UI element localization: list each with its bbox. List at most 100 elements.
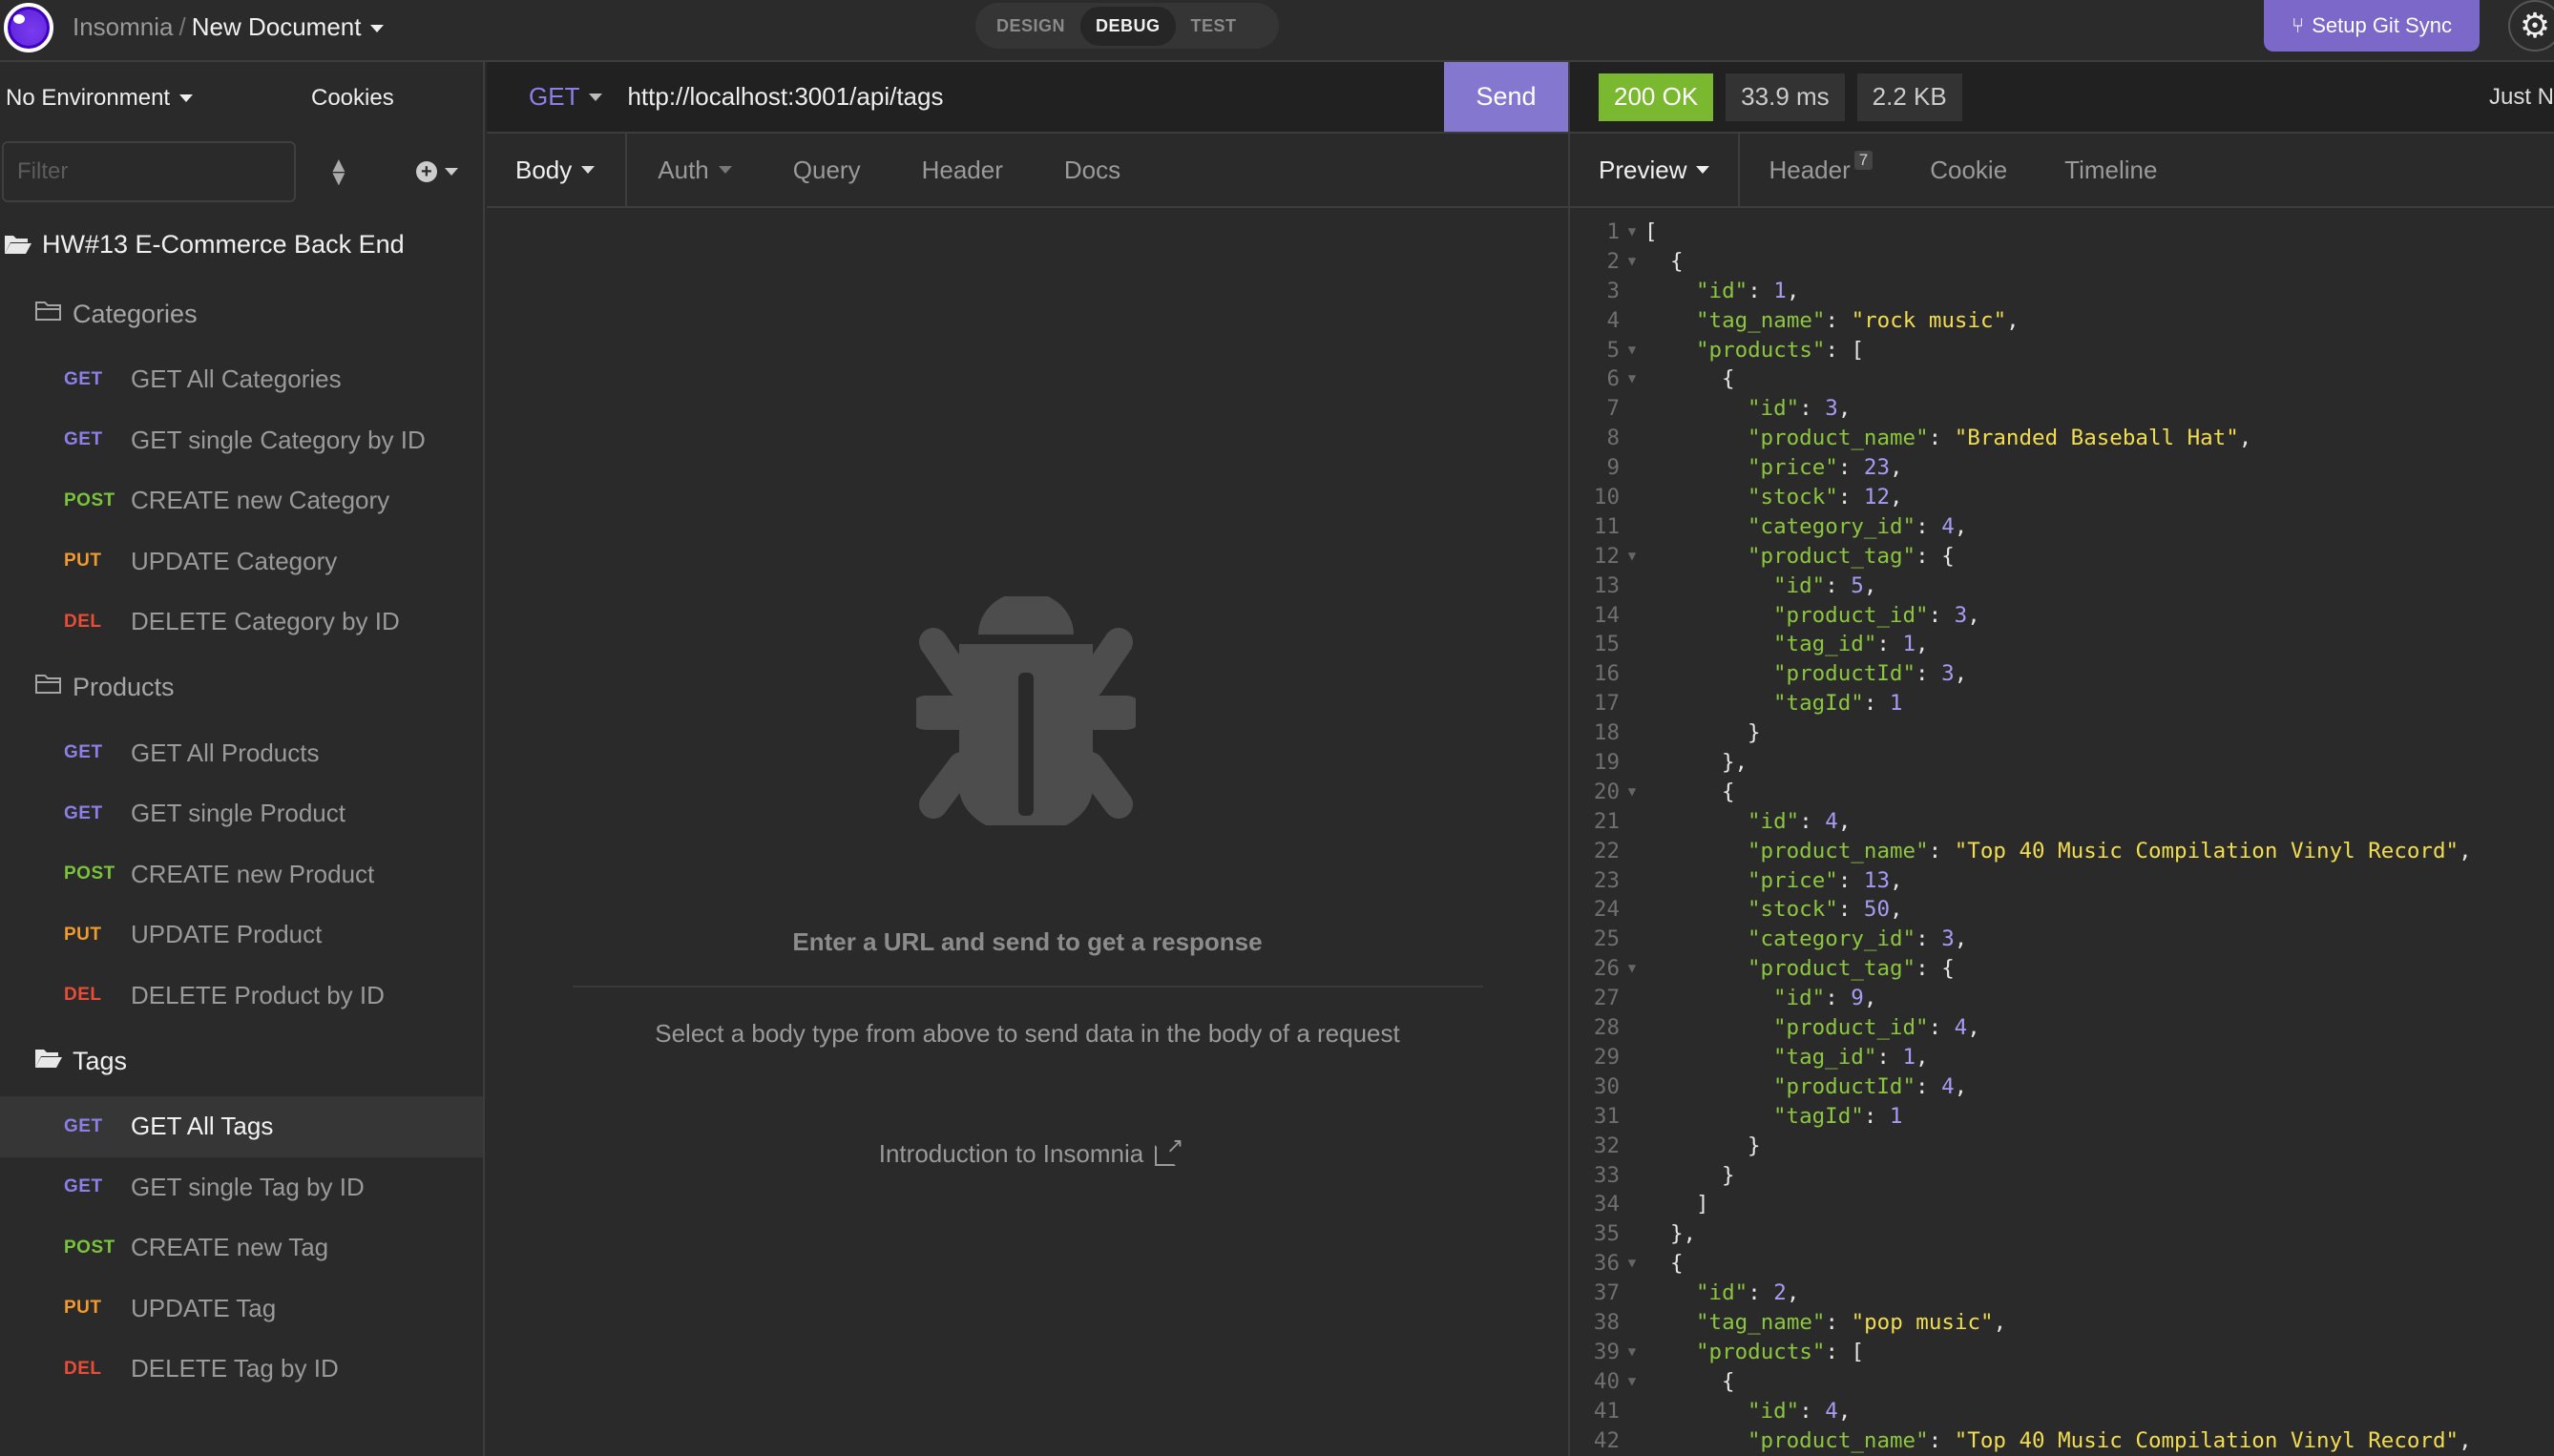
line-number: 4: [1606, 307, 1620, 333]
sidebar-request-item[interactable]: POST CREATE new Category: [0, 470, 483, 531]
fold-caret-icon[interactable]: ▼: [1620, 954, 1644, 984]
method-badge: GET: [64, 802, 103, 823]
json-punct: :: [1799, 808, 1826, 834]
tab-preview[interactable]: Preview: [1570, 134, 1741, 206]
intro-link[interactable]: Introduction to Insomnia: [487, 1134, 1568, 1169]
response-json-viewer[interactable]: 1 ▼[2 ▼{3 "id": 1, 4 "tag_name": "rock music"…: [1580, 218, 2553, 1456]
cookies-button[interactable]: Cookies: [311, 85, 394, 112]
sidebar-request-item[interactable]: GET GET All Tags: [0, 1096, 483, 1157]
json-key: "id": [1773, 572, 1826, 598]
settings-button[interactable]: ⚙: [2508, 0, 2554, 52]
send-button[interactable]: Send: [1444, 62, 1568, 132]
method-dropdown[interactable]: GET: [529, 82, 603, 112]
sidebar-request-item[interactable]: GET GET single Category by ID: [0, 410, 483, 471]
sidebar-request-item[interactable]: GET GET All Categories: [0, 349, 483, 410]
code-text: {: [1644, 1367, 1735, 1397]
sidebar: No Environment Cookies ▲▼ + HW#13 E-Comm…: [0, 62, 485, 1456]
code-text: "id": 4,: [1644, 1397, 1851, 1426]
environment-dropdown[interactable]: No Environment: [6, 85, 311, 112]
sidebar-request-item[interactable]: DEL DELETE Tag by ID: [0, 1339, 483, 1400]
empty-state-subtitle: Select a body type from above to send da…: [655, 1019, 1400, 1048]
response-history-dropdown[interactable]: Just N: [2489, 84, 2554, 111]
tab-cookie[interactable]: Cookie: [1901, 134, 2036, 206]
request-name: DELETE Tag by ID: [131, 1354, 339, 1383]
json-punct: ,: [1954, 1073, 1968, 1099]
code-line: 26 ▼ "product_tag": {: [1580, 954, 2553, 984]
mode-debug[interactable]: DEBUG: [1080, 6, 1176, 46]
add-item-dropdown[interactable]: +: [415, 161, 458, 182]
line-number: 8: [1606, 426, 1620, 451]
sidebar-folder-tags[interactable]: Tags: [0, 1026, 483, 1096]
git-branch-icon: ⑂: [2292, 13, 2305, 37]
tab-query[interactable]: Query: [763, 134, 891, 206]
line-number: 17: [1593, 691, 1620, 717]
folder-icon: [34, 300, 63, 329]
filter-input[interactable]: [2, 141, 296, 202]
sidebar-request-item[interactable]: PUT UPDATE Tag: [0, 1279, 483, 1340]
json-string: "Top 40 Music Compilation Vinyl Record": [1954, 838, 2460, 863]
insomnia-logo-icon[interactable]: [4, 3, 53, 52]
sidebar-folder-products[interactable]: Products: [0, 653, 483, 723]
plus-circle-icon: +: [415, 161, 437, 182]
setup-git-sync-button[interactable]: ⑂ Setup Git Sync: [2264, 0, 2480, 52]
fold-caret-icon[interactable]: ▼: [1620, 247, 1644, 277]
sidebar-request-item[interactable]: DEL DELETE Category by ID: [0, 592, 483, 653]
fold-caret-icon[interactable]: ▼: [1620, 364, 1644, 394]
breadcrumb-app[interactable]: Insomnia: [73, 12, 174, 41]
tab-label: Header: [1769, 155, 1851, 184]
fold-caret-icon[interactable]: ▼: [1620, 336, 1644, 365]
json-punct: ,: [1967, 1015, 1980, 1041]
code-line: 2 ▼ {: [1580, 247, 2553, 277]
mode-design[interactable]: DESIGN: [981, 7, 1080, 46]
tab-response-header[interactable]: Header 7: [1740, 134, 1901, 206]
fold-caret-icon[interactable]: ▼: [1620, 1338, 1644, 1367]
sidebar-request-item[interactable]: PUT UPDATE Category: [0, 531, 483, 593]
workspace-folder[interactable]: HW#13 E-Commerce Back End: [0, 210, 483, 279]
fold-caret-icon[interactable]: ▼: [1620, 778, 1644, 807]
sidebar-request-item[interactable]: DEL DELETE Product by ID: [0, 966, 483, 1027]
code-line: 8 "product_name": "Branded Baseball Hat",: [1580, 424, 2553, 453]
sidebar-request-item[interactable]: PUT UPDATE Product: [0, 905, 483, 966]
json-punct: :: [1837, 485, 1864, 510]
line-number: 40: [1593, 1368, 1620, 1394]
json-punct: :: [1837, 867, 1864, 893]
sidebar-request-item[interactable]: GET GET single Tag by ID: [0, 1157, 483, 1218]
tab-body[interactable]: Body: [487, 134, 628, 206]
sidebar-request-item[interactable]: POST CREATE new Product: [0, 844, 483, 905]
fold-caret-icon[interactable]: ▼: [1620, 1367, 1644, 1397]
sidebar-request-item[interactable]: POST CREATE new Tag: [0, 1217, 483, 1279]
tab-auth[interactable]: Auth: [627, 134, 763, 206]
sort-icon[interactable]: ▲ ▼: [328, 155, 349, 189]
json-key: "tagId": [1773, 1103, 1864, 1129]
code-text: "products": [: [1644, 336, 1864, 365]
mode-test[interactable]: TEST: [1176, 7, 1252, 46]
sidebar-request-item[interactable]: GET GET All Products: [0, 723, 483, 784]
json-punct: :: [1863, 691, 1890, 717]
fold-caret-icon[interactable]: ▼: [1620, 1249, 1644, 1279]
sidebar-folder-categories[interactable]: Categories: [0, 279, 483, 349]
code-line: 17 "tagId": 1: [1580, 689, 2553, 718]
fold-caret-icon[interactable]: ▼: [1620, 218, 1644, 247]
json-punct: ,: [1890, 485, 1903, 510]
pane-resize-handle[interactable]: [1568, 62, 1570, 1456]
json-number: 4: [1941, 513, 1955, 539]
code-line: 20 ▼ {: [1580, 778, 2553, 807]
code-line: 38 "tag_name": "pop music",: [1580, 1308, 2553, 1338]
request-name: GET single Category by ID: [131, 425, 426, 454]
tab-header[interactable]: Header: [891, 134, 1034, 206]
fold-caret-icon[interactable]: ▼: [1620, 542, 1644, 572]
tab-docs[interactable]: Docs: [1034, 134, 1151, 206]
sidebar-request-item[interactable]: GET GET single Product: [0, 783, 483, 844]
method-badge: GET: [64, 1115, 103, 1136]
json-punct: {: [1722, 366, 1735, 392]
document-menu[interactable]: New Document: [192, 12, 385, 41]
tab-timeline[interactable]: Timeline: [2036, 134, 2186, 206]
code-line: 42 "product_name": "Top 40 Music Compilat…: [1580, 1426, 2553, 1456]
url-input[interactable]: [627, 82, 1392, 112]
filter-row: ▲▼ +: [0, 134, 483, 210]
